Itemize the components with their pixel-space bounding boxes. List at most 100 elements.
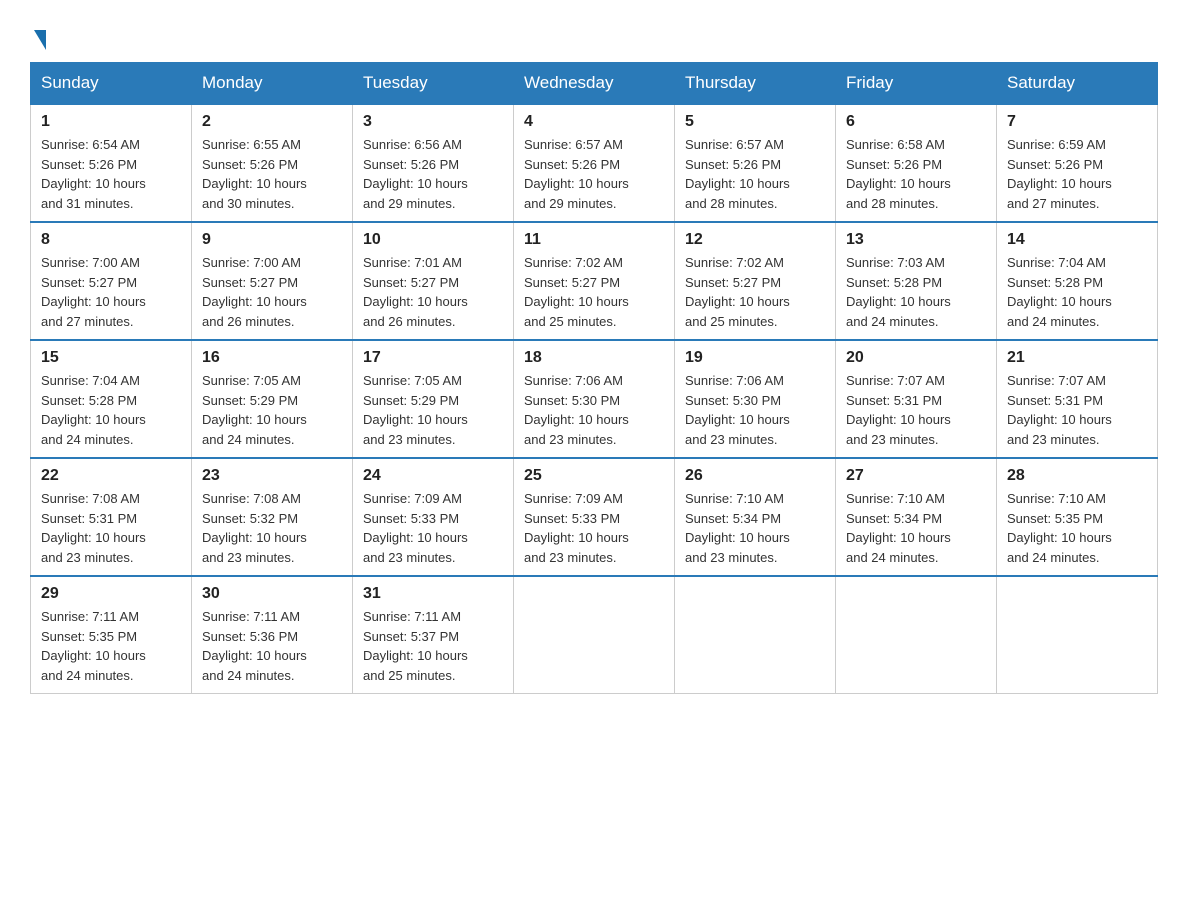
calendar-cell: 8 Sunrise: 7:00 AMSunset: 5:27 PMDayligh… xyxy=(31,222,192,340)
calendar-week-row: 15 Sunrise: 7:04 AMSunset: 5:28 PMDaylig… xyxy=(31,340,1158,458)
calendar-cell: 3 Sunrise: 6:56 AMSunset: 5:26 PMDayligh… xyxy=(353,104,514,222)
calendar-cell: 27 Sunrise: 7:10 AMSunset: 5:34 PMDaylig… xyxy=(836,458,997,576)
day-info: Sunrise: 7:11 AMSunset: 5:37 PMDaylight:… xyxy=(363,609,468,683)
day-info: Sunrise: 7:02 AMSunset: 5:27 PMDaylight:… xyxy=(524,255,629,329)
weekday-header-thursday: Thursday xyxy=(675,63,836,105)
calendar-week-row: 29 Sunrise: 7:11 AMSunset: 5:35 PMDaylig… xyxy=(31,576,1158,694)
day-info: Sunrise: 6:57 AMSunset: 5:26 PMDaylight:… xyxy=(685,137,790,211)
day-info: Sunrise: 7:04 AMSunset: 5:28 PMDaylight:… xyxy=(41,373,146,447)
calendar-cell: 4 Sunrise: 6:57 AMSunset: 5:26 PMDayligh… xyxy=(514,104,675,222)
weekday-header-monday: Monday xyxy=(192,63,353,105)
calendar-week-row: 8 Sunrise: 7:00 AMSunset: 5:27 PMDayligh… xyxy=(31,222,1158,340)
logo xyxy=(30,30,46,52)
calendar-cell xyxy=(836,576,997,694)
day-info: Sunrise: 7:05 AMSunset: 5:29 PMDaylight:… xyxy=(363,373,468,447)
day-info: Sunrise: 6:59 AMSunset: 5:26 PMDaylight:… xyxy=(1007,137,1112,211)
day-info: Sunrise: 7:11 AMSunset: 5:36 PMDaylight:… xyxy=(202,609,307,683)
day-number: 31 xyxy=(363,585,503,603)
day-info: Sunrise: 7:01 AMSunset: 5:27 PMDaylight:… xyxy=(363,255,468,329)
calendar-cell: 18 Sunrise: 7:06 AMSunset: 5:30 PMDaylig… xyxy=(514,340,675,458)
day-number: 20 xyxy=(846,349,986,367)
day-number: 19 xyxy=(685,349,825,367)
day-info: Sunrise: 7:04 AMSunset: 5:28 PMDaylight:… xyxy=(1007,255,1112,329)
calendar-table: SundayMondayTuesdayWednesdayThursdayFrid… xyxy=(30,62,1158,694)
day-number: 4 xyxy=(524,113,664,131)
day-info: Sunrise: 7:02 AMSunset: 5:27 PMDaylight:… xyxy=(685,255,790,329)
day-number: 3 xyxy=(363,113,503,131)
calendar-cell: 9 Sunrise: 7:00 AMSunset: 5:27 PMDayligh… xyxy=(192,222,353,340)
calendar-cell: 16 Sunrise: 7:05 AMSunset: 5:29 PMDaylig… xyxy=(192,340,353,458)
day-info: Sunrise: 7:10 AMSunset: 5:35 PMDaylight:… xyxy=(1007,491,1112,565)
calendar-cell: 22 Sunrise: 7:08 AMSunset: 5:31 PMDaylig… xyxy=(31,458,192,576)
logo-triangle-icon xyxy=(34,30,46,50)
day-info: Sunrise: 7:09 AMSunset: 5:33 PMDaylight:… xyxy=(524,491,629,565)
day-info: Sunrise: 6:58 AMSunset: 5:26 PMDaylight:… xyxy=(846,137,951,211)
weekday-header-wednesday: Wednesday xyxy=(514,63,675,105)
day-info: Sunrise: 7:10 AMSunset: 5:34 PMDaylight:… xyxy=(685,491,790,565)
calendar-cell: 17 Sunrise: 7:05 AMSunset: 5:29 PMDaylig… xyxy=(353,340,514,458)
day-number: 26 xyxy=(685,467,825,485)
day-info: Sunrise: 7:10 AMSunset: 5:34 PMDaylight:… xyxy=(846,491,951,565)
weekday-header-row: SundayMondayTuesdayWednesdayThursdayFrid… xyxy=(31,63,1158,105)
day-number: 16 xyxy=(202,349,342,367)
day-number: 14 xyxy=(1007,231,1147,249)
calendar-cell: 29 Sunrise: 7:11 AMSunset: 5:35 PMDaylig… xyxy=(31,576,192,694)
weekday-header-sunday: Sunday xyxy=(31,63,192,105)
day-info: Sunrise: 7:08 AMSunset: 5:32 PMDaylight:… xyxy=(202,491,307,565)
day-number: 22 xyxy=(41,467,181,485)
calendar-cell: 21 Sunrise: 7:07 AMSunset: 5:31 PMDaylig… xyxy=(997,340,1158,458)
day-number: 30 xyxy=(202,585,342,603)
day-number: 27 xyxy=(846,467,986,485)
calendar-cell: 14 Sunrise: 7:04 AMSunset: 5:28 PMDaylig… xyxy=(997,222,1158,340)
calendar-cell xyxy=(675,576,836,694)
weekday-header-saturday: Saturday xyxy=(997,63,1158,105)
logo-blue-text xyxy=(30,30,46,52)
day-number: 15 xyxy=(41,349,181,367)
day-number: 5 xyxy=(685,113,825,131)
day-info: Sunrise: 7:06 AMSunset: 5:30 PMDaylight:… xyxy=(685,373,790,447)
calendar-cell xyxy=(997,576,1158,694)
calendar-cell: 2 Sunrise: 6:55 AMSunset: 5:26 PMDayligh… xyxy=(192,104,353,222)
day-info: Sunrise: 6:54 AMSunset: 5:26 PMDaylight:… xyxy=(41,137,146,211)
day-number: 24 xyxy=(363,467,503,485)
day-info: Sunrise: 6:57 AMSunset: 5:26 PMDaylight:… xyxy=(524,137,629,211)
page-header xyxy=(30,20,1158,52)
calendar-cell: 12 Sunrise: 7:02 AMSunset: 5:27 PMDaylig… xyxy=(675,222,836,340)
calendar-cell: 20 Sunrise: 7:07 AMSunset: 5:31 PMDaylig… xyxy=(836,340,997,458)
calendar-cell: 6 Sunrise: 6:58 AMSunset: 5:26 PMDayligh… xyxy=(836,104,997,222)
day-number: 13 xyxy=(846,231,986,249)
day-number: 10 xyxy=(363,231,503,249)
calendar-cell: 10 Sunrise: 7:01 AMSunset: 5:27 PMDaylig… xyxy=(353,222,514,340)
day-info: Sunrise: 7:08 AMSunset: 5:31 PMDaylight:… xyxy=(41,491,146,565)
calendar-cell: 26 Sunrise: 7:10 AMSunset: 5:34 PMDaylig… xyxy=(675,458,836,576)
day-number: 18 xyxy=(524,349,664,367)
calendar-cell: 31 Sunrise: 7:11 AMSunset: 5:37 PMDaylig… xyxy=(353,576,514,694)
day-info: Sunrise: 7:07 AMSunset: 5:31 PMDaylight:… xyxy=(1007,373,1112,447)
calendar-cell: 19 Sunrise: 7:06 AMSunset: 5:30 PMDaylig… xyxy=(675,340,836,458)
day-number: 9 xyxy=(202,231,342,249)
calendar-week-row: 1 Sunrise: 6:54 AMSunset: 5:26 PMDayligh… xyxy=(31,104,1158,222)
day-info: Sunrise: 7:06 AMSunset: 5:30 PMDaylight:… xyxy=(524,373,629,447)
day-number: 12 xyxy=(685,231,825,249)
calendar-cell: 1 Sunrise: 6:54 AMSunset: 5:26 PMDayligh… xyxy=(31,104,192,222)
calendar-cell: 7 Sunrise: 6:59 AMSunset: 5:26 PMDayligh… xyxy=(997,104,1158,222)
day-number: 2 xyxy=(202,113,342,131)
calendar-cell: 13 Sunrise: 7:03 AMSunset: 5:28 PMDaylig… xyxy=(836,222,997,340)
day-number: 29 xyxy=(41,585,181,603)
calendar-cell: 11 Sunrise: 7:02 AMSunset: 5:27 PMDaylig… xyxy=(514,222,675,340)
weekday-header-tuesday: Tuesday xyxy=(353,63,514,105)
day-info: Sunrise: 7:00 AMSunset: 5:27 PMDaylight:… xyxy=(41,255,146,329)
calendar-cell xyxy=(514,576,675,694)
day-info: Sunrise: 6:56 AMSunset: 5:26 PMDaylight:… xyxy=(363,137,468,211)
day-number: 11 xyxy=(524,231,664,249)
day-number: 17 xyxy=(363,349,503,367)
weekday-header-friday: Friday xyxy=(836,63,997,105)
calendar-cell: 25 Sunrise: 7:09 AMSunset: 5:33 PMDaylig… xyxy=(514,458,675,576)
day-info: Sunrise: 7:00 AMSunset: 5:27 PMDaylight:… xyxy=(202,255,307,329)
day-number: 23 xyxy=(202,467,342,485)
calendar-week-row: 22 Sunrise: 7:08 AMSunset: 5:31 PMDaylig… xyxy=(31,458,1158,576)
day-number: 7 xyxy=(1007,113,1147,131)
day-info: Sunrise: 7:05 AMSunset: 5:29 PMDaylight:… xyxy=(202,373,307,447)
calendar-cell: 30 Sunrise: 7:11 AMSunset: 5:36 PMDaylig… xyxy=(192,576,353,694)
day-info: Sunrise: 7:07 AMSunset: 5:31 PMDaylight:… xyxy=(846,373,951,447)
